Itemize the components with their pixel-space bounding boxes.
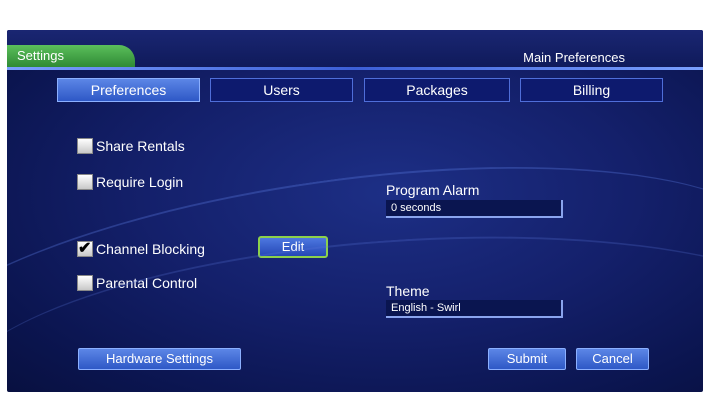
submit-button[interactable]: Submit <box>488 348 566 370</box>
hardware-settings-button[interactable]: Hardware Settings <box>78 348 241 370</box>
tab-preferences[interactable]: Preferences <box>57 78 200 102</box>
require-login-label: Require Login <box>96 174 184 190</box>
settings-section-tab[interactable]: Settings <box>7 45 135 67</box>
program-alarm-field[interactable]: 0 seconds <box>386 200 563 218</box>
channel-blocking-label: Channel Blocking <box>96 241 205 257</box>
parental-control-label: Parental Control <box>96 275 198 291</box>
top-bar: Settings Main Preferences <box>7 30 703 68</box>
option-share-rentals[interactable]: Share Rentals <box>77 138 185 154</box>
breadcrumb: Main Preferences <box>523 50 625 65</box>
tv-frame: Settings Main Preferences Preferences Us… <box>0 0 707 401</box>
option-require-login[interactable]: Require Login <box>77 174 183 190</box>
cancel-button[interactable]: Cancel <box>576 348 649 370</box>
divider <box>7 67 703 70</box>
share-rentals-label: Share Rentals <box>96 138 185 154</box>
program-alarm-label: Program Alarm <box>386 182 480 198</box>
parental-control-checkbox[interactable] <box>77 275 93 291</box>
edit-channel-blocking-button[interactable]: Edit <box>258 236 328 258</box>
checkmark-icon: ✔ <box>78 240 92 257</box>
theme-label: Theme <box>386 283 430 299</box>
tab-users[interactable]: Users <box>210 78 353 102</box>
settings-screen: Settings Main Preferences Preferences Us… <box>7 30 703 392</box>
option-channel-blocking[interactable]: ✔ Channel Blocking <box>77 240 205 257</box>
require-login-checkbox[interactable] <box>77 174 93 190</box>
option-parental-control[interactable]: Parental Control <box>77 275 197 291</box>
share-rentals-checkbox[interactable] <box>77 138 93 154</box>
channel-blocking-checkbox[interactable]: ✔ <box>77 240 93 257</box>
tab-billing[interactable]: Billing <box>520 78 663 102</box>
tab-packages[interactable]: Packages <box>364 78 510 102</box>
theme-field[interactable]: English - Swirl <box>386 300 563 318</box>
